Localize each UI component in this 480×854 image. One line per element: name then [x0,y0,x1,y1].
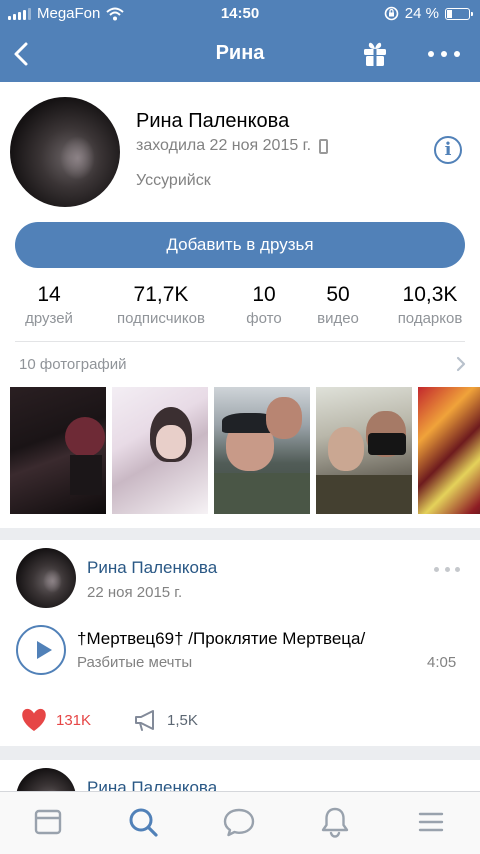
post-author-avatar[interactable] [16,548,76,608]
counter-label: подарков [397,310,463,327]
counter-value: 14 [37,283,61,306]
post-date: 22 ноя 2015 г. [87,584,183,601]
counter-value: 50 [326,283,350,306]
add-friend-button[interactable]: Добавить в друзья [15,222,465,268]
gift-icon[interactable] [363,41,387,67]
heart-icon [22,708,46,731]
wall-post: Рина Паленкова 22 ноя 2015 г. †Мертвец69… [0,540,480,746]
messages-icon[interactable] [222,805,256,839]
counter-label: видео [317,310,359,327]
counter-value: 10,3K [402,283,458,306]
page-title: Рина [215,42,265,64]
info-icon[interactable]: i [434,136,462,164]
play-button[interactable] [16,625,66,675]
share-button[interactable]: 1,5K [133,708,198,732]
last-seen: заходила 22 ноя 2015 г. [136,137,329,155]
last-seen-text: заходила 22 ноя 2015 г. [136,137,312,154]
nav-bar: Рина [0,28,480,82]
status-right: 24 % [384,5,473,22]
photo-thumbnail[interactable] [112,387,208,514]
menu-icon[interactable] [414,805,448,839]
notifications-icon[interactable] [318,805,352,839]
orientation-lock-icon [384,6,399,21]
audio-duration: 4:05 [427,654,457,671]
megaphone-icon [135,710,154,731]
mobile-phone-icon [319,138,329,154]
audio-artist: Разбитые мечты [77,654,193,671]
counter-value: 71,7K [133,283,189,306]
tab-bar [0,791,480,854]
like-button[interactable]: 131K [20,708,91,732]
divider [15,341,465,342]
battery-fill [447,9,452,18]
photo-thumbnail[interactable] [214,387,310,514]
counter-gifts[interactable]: 10,3K подарков [382,283,478,327]
counter-friends[interactable]: 14 друзей [10,283,88,327]
search-icon[interactable] [126,805,160,839]
counter-label: фото [246,310,282,327]
profile-name: Рина Паленкова [136,110,290,132]
status-bar: MegaFon 14:50 24 % [0,0,480,28]
profile-screen: MegaFon 14:50 24 % Рина Рина Паленкова з… [0,0,480,854]
more-dots-icon[interactable] [434,567,460,573]
battery-icon [445,7,473,20]
photos-header[interactable]: 10 фотографий [19,356,127,373]
photo-thumbnail[interactable] [316,387,412,514]
photo-thumbnail[interactable] [10,387,106,514]
post-author-name[interactable]: Рина Паленкова [87,558,217,578]
counter-videos[interactable]: 50 видео [304,283,372,327]
photo-strip [0,387,480,514]
share-count: 1,5K [167,711,198,729]
audio-title[interactable]: †Мертвец69† /Проклятие Мертвеца/ [77,629,365,649]
like-count: 131K [56,711,92,729]
chevron-right-icon[interactable] [455,355,467,373]
more-dots-icon[interactable] [428,42,460,66]
counter-followers[interactable]: 71,7K подписчиков [100,283,222,327]
profile-counters: 14 друзей 71,7K подписчиков 10 фото 50 в… [0,283,480,333]
avatar[interactable] [10,97,120,207]
photo-thumbnail[interactable] [418,387,480,514]
profile-card: Рина Паленкова заходила 22 ноя 2015 г. У… [0,82,480,528]
counter-label: друзей [25,310,73,327]
counter-label: подписчиков [117,310,205,327]
news-feed-icon[interactable] [31,805,65,839]
profile-city: Уссурийск [136,172,211,189]
counter-value: 10 [252,283,276,306]
battery-percent: 24 % [404,5,439,22]
top-bar: MegaFon 14:50 24 % Рина [0,0,480,82]
counter-photos[interactable]: 10 фото [234,283,294,327]
